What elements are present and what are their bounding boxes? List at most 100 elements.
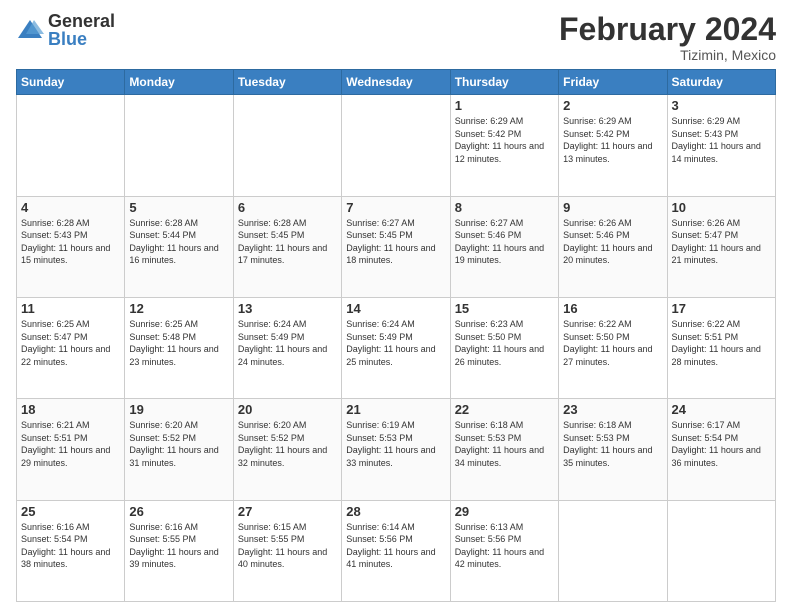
calendar-cell: [17, 95, 125, 196]
day-info: Sunrise: 6:24 AM Sunset: 5:49 PM Dayligh…: [238, 318, 337, 368]
day-info: Sunrise: 6:18 AM Sunset: 5:53 PM Dayligh…: [563, 419, 662, 469]
calendar-cell: 5 Sunrise: 6:28 AM Sunset: 5:44 PM Daylig…: [125, 196, 233, 297]
day-number: 1: [455, 98, 554, 113]
calendar-header-wednesday: Wednesday: [342, 70, 450, 95]
page-header: General Blue February 2024 Tizimin, Mexi…: [16, 12, 776, 63]
day-number: 9: [563, 200, 662, 215]
day-number: 19: [129, 402, 228, 417]
day-number: 8: [455, 200, 554, 215]
calendar-cell: 16Sunrise: 6:22 AM Sunset: 5:50 PM Dayli…: [559, 297, 667, 398]
calendar-cell: 1 Sunrise: 6:29 AM Sunset: 5:42 PM Daylig…: [450, 95, 558, 196]
day-number: 29: [455, 504, 554, 519]
day-number: 16: [563, 301, 662, 316]
day-info: Sunrise: 6:21 AM Sunset: 5:51 PM Dayligh…: [21, 419, 120, 469]
logo-blue-text: Blue: [48, 30, 115, 48]
day-info: Sunrise: 6:13 AM Sunset: 5:56 PM Dayligh…: [455, 521, 554, 571]
day-number: 21: [346, 402, 445, 417]
calendar-header-friday: Friday: [559, 70, 667, 95]
calendar-cell: 11 Sunrise: 6:25 AM Sunset: 5:47 PM Dayli…: [17, 297, 125, 398]
calendar-cell: [342, 95, 450, 196]
calendar-cell: 24 Sunrise: 6:17 AM Sunset: 5:54 PM Dayli…: [667, 399, 775, 500]
day-info: Sunrise: 6:29 AM Sunset: 5:42 PM Dayligh…: [455, 115, 554, 165]
day-info: Sunrise: 6:18 AM Sunset: 5:53 PM Dayligh…: [455, 419, 554, 469]
calendar-cell: 4 Sunrise: 6:28 AM Sunset: 5:43 PM Daylig…: [17, 196, 125, 297]
day-number: 4: [21, 200, 120, 215]
day-info: Sunrise: 6:28 AM Sunset: 5:45 PM Dayligh…: [238, 217, 337, 267]
day-info: Sunrise: 6:19 AM Sunset: 5:53 PM Dayligh…: [346, 419, 445, 469]
day-number: 18: [21, 402, 120, 417]
calendar-header-sunday: Sunday: [17, 70, 125, 95]
calendar-cell: 3 Sunrise: 6:29 AM Sunset: 5:43 PM Daylig…: [667, 95, 775, 196]
calendar-cell: 21 Sunrise: 6:19 AM Sunset: 5:53 PM Dayli…: [342, 399, 450, 500]
logo: General Blue: [16, 12, 115, 48]
title-block: February 2024 Tizimin, Mexico: [559, 12, 776, 63]
day-number: 3: [672, 98, 771, 113]
day-info: Sunrise: 6:25 AM Sunset: 5:48 PM Dayligh…: [129, 318, 228, 368]
calendar-cell: [233, 95, 341, 196]
day-info: Sunrise: 6:16 AM Sunset: 5:54 PM Dayligh…: [21, 521, 120, 571]
calendar-cell: 9Sunrise: 6:26 AM Sunset: 5:46 PM Daylig…: [559, 196, 667, 297]
calendar-cell: 28 Sunrise: 6:14 AM Sunset: 5:56 PM Dayli…: [342, 500, 450, 601]
day-number: 20: [238, 402, 337, 417]
calendar-cell: 22 Sunrise: 6:18 AM Sunset: 5:53 PM Dayli…: [450, 399, 558, 500]
day-info: Sunrise: 6:28 AM Sunset: 5:44 PM Dayligh…: [129, 217, 228, 267]
day-number: 10: [672, 200, 771, 215]
day-info: Sunrise: 6:24 AM Sunset: 5:49 PM Dayligh…: [346, 318, 445, 368]
calendar-cell: 2 Sunrise: 6:29 AM Sunset: 5:42 PM Daylig…: [559, 95, 667, 196]
day-info: Sunrise: 6:20 AM Sunset: 5:52 PM Dayligh…: [238, 419, 337, 469]
calendar-cell: 6Sunrise: 6:28 AM Sunset: 5:45 PM Daylig…: [233, 196, 341, 297]
day-number: 28: [346, 504, 445, 519]
calendar-table: SundayMondayTuesdayWednesdayThursdayFrid…: [16, 69, 776, 602]
day-info: Sunrise: 6:25 AM Sunset: 5:47 PM Dayligh…: [21, 318, 120, 368]
calendar-cell: 18 Sunrise: 6:21 AM Sunset: 5:51 PM Dayli…: [17, 399, 125, 500]
calendar-cell: [559, 500, 667, 601]
calendar-week-3: 18 Sunrise: 6:21 AM Sunset: 5:51 PM Dayli…: [17, 399, 776, 500]
calendar-cell: 20 Sunrise: 6:20 AM Sunset: 5:52 PM Dayli…: [233, 399, 341, 500]
calendar-week-2: 11 Sunrise: 6:25 AM Sunset: 5:47 PM Dayli…: [17, 297, 776, 398]
day-number: 27: [238, 504, 337, 519]
day-info: Sunrise: 6:26 AM Sunset: 5:47 PM Dayligh…: [672, 217, 771, 267]
calendar-cell: [125, 95, 233, 196]
day-number: 2: [563, 98, 662, 113]
calendar-week-1: 4 Sunrise: 6:28 AM Sunset: 5:43 PM Daylig…: [17, 196, 776, 297]
day-info: Sunrise: 6:29 AM Sunset: 5:42 PM Dayligh…: [563, 115, 662, 165]
calendar-week-4: 25 Sunrise: 6:16 AM Sunset: 5:54 PM Dayli…: [17, 500, 776, 601]
logo-icon: [16, 16, 44, 44]
calendar-header-thursday: Thursday: [450, 70, 558, 95]
day-info: Sunrise: 6:16 AM Sunset: 5:55 PM Dayligh…: [129, 521, 228, 571]
day-number: 22: [455, 402, 554, 417]
day-number: 5: [129, 200, 228, 215]
calendar-cell: 10 Sunrise: 6:26 AM Sunset: 5:47 PM Dayli…: [667, 196, 775, 297]
day-info: Sunrise: 6:28 AM Sunset: 5:43 PM Dayligh…: [21, 217, 120, 267]
day-number: 12: [129, 301, 228, 316]
day-info: Sunrise: 6:20 AM Sunset: 5:52 PM Dayligh…: [129, 419, 228, 469]
day-number: 17: [672, 301, 771, 316]
day-info: Sunrise: 6:27 AM Sunset: 5:46 PM Dayligh…: [455, 217, 554, 267]
calendar-cell: 19 Sunrise: 6:20 AM Sunset: 5:52 PM Dayli…: [125, 399, 233, 500]
calendar-cell: 25 Sunrise: 6:16 AM Sunset: 5:54 PM Dayli…: [17, 500, 125, 601]
calendar-cell: 17Sunrise: 6:22 AM Sunset: 5:51 PM Dayli…: [667, 297, 775, 398]
calendar-title: February 2024: [559, 12, 776, 47]
day-info: Sunrise: 6:29 AM Sunset: 5:43 PM Dayligh…: [672, 115, 771, 165]
day-info: Sunrise: 6:14 AM Sunset: 5:56 PM Dayligh…: [346, 521, 445, 571]
calendar-cell: 8 Sunrise: 6:27 AM Sunset: 5:46 PM Daylig…: [450, 196, 558, 297]
calendar-cell: 7 Sunrise: 6:27 AM Sunset: 5:45 PM Daylig…: [342, 196, 450, 297]
calendar-header-monday: Monday: [125, 70, 233, 95]
day-number: 26: [129, 504, 228, 519]
day-number: 24: [672, 402, 771, 417]
day-number: 7: [346, 200, 445, 215]
day-number: 11: [21, 301, 120, 316]
calendar-cell: 26 Sunrise: 6:16 AM Sunset: 5:55 PM Dayli…: [125, 500, 233, 601]
day-number: 13: [238, 301, 337, 316]
day-number: 15: [455, 301, 554, 316]
calendar-header-saturday: Saturday: [667, 70, 775, 95]
day-number: 25: [21, 504, 120, 519]
calendar-subtitle: Tizimin, Mexico: [559, 47, 776, 63]
calendar-cell: 15Sunrise: 6:23 AM Sunset: 5:50 PM Dayli…: [450, 297, 558, 398]
day-info: Sunrise: 6:27 AM Sunset: 5:45 PM Dayligh…: [346, 217, 445, 267]
calendar-cell: 12 Sunrise: 6:25 AM Sunset: 5:48 PM Dayli…: [125, 297, 233, 398]
logo-general-text: General: [48, 12, 115, 30]
calendar-week-0: 1 Sunrise: 6:29 AM Sunset: 5:42 PM Daylig…: [17, 95, 776, 196]
day-info: Sunrise: 6:17 AM Sunset: 5:54 PM Dayligh…: [672, 419, 771, 469]
calendar-cell: 13 Sunrise: 6:24 AM Sunset: 5:49 PM Dayli…: [233, 297, 341, 398]
